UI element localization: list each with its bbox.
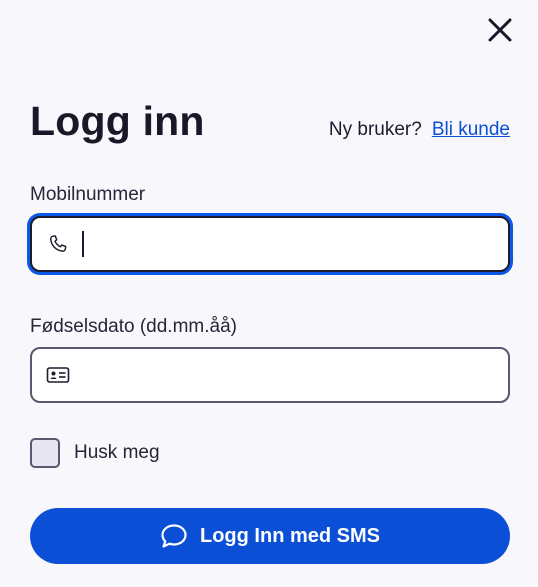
birthdate-field[interactable]	[30, 347, 510, 403]
login-sms-label: Logg Inn med SMS	[200, 524, 380, 547]
new-user-text: Ny bruker?	[328, 119, 422, 140]
login-dialog: Logg inn Ny bruker? Bli kunde Mobilnumme…	[0, 0, 538, 587]
remember-me-row[interactable]: Husk meg	[30, 438, 160, 468]
chat-bubble-icon	[161, 524, 187, 548]
close-icon	[488, 18, 512, 42]
close-button[interactable]	[482, 12, 518, 48]
text-caret	[82, 231, 84, 257]
login-sms-button[interactable]: Logg Inn med SMS	[30, 508, 510, 564]
mobile-label: Mobilnummer	[30, 184, 146, 205]
remember-me-label: Husk meg	[74, 442, 160, 463]
new-user-prompt: Ny bruker? Bli kunde	[329, 119, 510, 141]
mobile-input[interactable]	[85, 224, 508, 264]
phone-icon	[46, 232, 70, 256]
become-customer-link[interactable]: Bli kunde	[432, 119, 510, 141]
remember-me-checkbox[interactable]	[30, 438, 60, 468]
birthdate-label: Fødselsdato (dd.mm.åå)	[30, 316, 237, 337]
page-title: Logg inn	[30, 98, 205, 144]
birthdate-input[interactable]	[82, 355, 508, 395]
id-card-icon	[46, 363, 70, 387]
mobile-field[interactable]	[30, 216, 510, 272]
